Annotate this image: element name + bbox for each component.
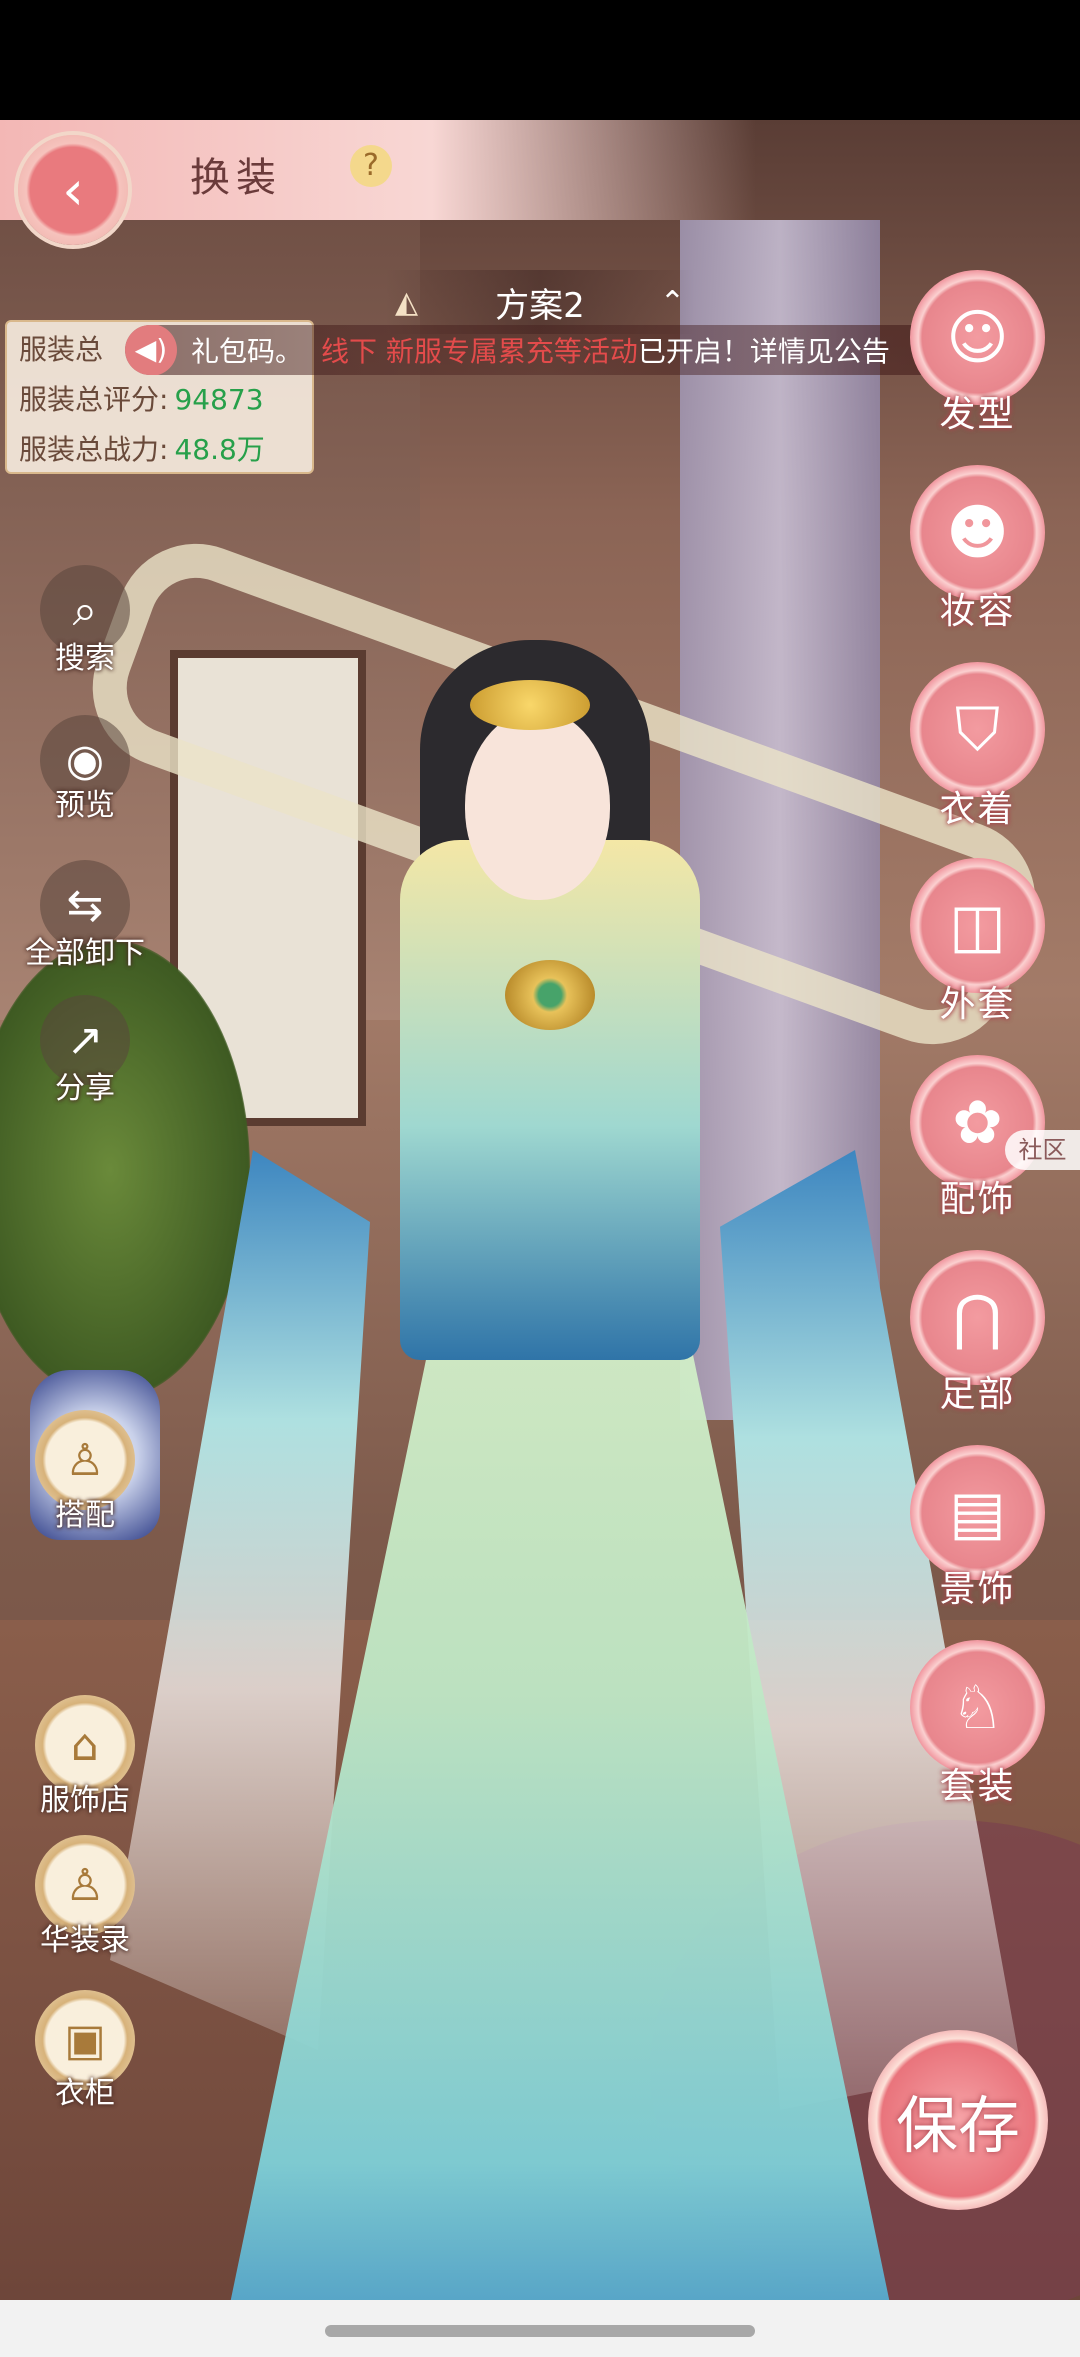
scheme-collapse-icon[interactable]: ⌃ (660, 285, 685, 320)
page-title: 换装 (190, 155, 282, 201)
back-arrow-icon: ‹ (62, 158, 84, 222)
category-suit-button[interactable]: ♘ (910, 1640, 1045, 1775)
wardrobe-icon: ▣ (64, 2014, 106, 2066)
header-bar (0, 120, 1080, 220)
category-shoes-label: 足部 (939, 1374, 1016, 1415)
shoes-icon: ⋂ (952, 1282, 1003, 1353)
back-button[interactable]: ‹ (18, 135, 128, 245)
character-bodice (400, 840, 700, 1360)
outfit-label: 搭配 (55, 1498, 115, 1533)
share-icon: ↗ (66, 1014, 104, 1066)
makeup-icon: ☻ (946, 497, 1009, 568)
community-tab[interactable]: 社区 (1005, 1130, 1080, 1170)
character-model[interactable] (110, 520, 1020, 2300)
scene-icon: ▤ (949, 1477, 1006, 1548)
shop-icon: ⌂ (71, 1719, 99, 1771)
scheme-prev-icon[interactable]: ◭ (395, 285, 418, 320)
preview-label: 预览 (55, 788, 115, 823)
ticker-text-1: 礼包码。 (191, 335, 304, 368)
hair-icon: ☺ (946, 302, 1009, 373)
ticker-text-3: 已开启！详情见公告 (637, 335, 890, 368)
character-hairpin (470, 680, 590, 730)
home-gesture-handle[interactable] (325, 2325, 755, 2337)
stat-row-power: 服装总战力: 48.8万 (19, 433, 265, 466)
category-scene-label: 景饰 (939, 1569, 1016, 1610)
ticker-text-2: 线下 新服专属累充等活动 (321, 335, 638, 368)
accessory-icon: ✿ (952, 1087, 1003, 1158)
eye-icon: ◉ (65, 734, 105, 786)
character-face (465, 710, 610, 900)
category-clothes-label: 衣着 (939, 789, 1016, 830)
category-accessory-label: 配饰 (939, 1179, 1016, 1220)
unequip-all-label: 全部卸下 (25, 936, 145, 971)
stat-row-score: 服装总评分: 94873 (19, 383, 264, 416)
outfit-icon: ♙ (65, 1434, 105, 1486)
collection-label: 华装录 (40, 1923, 130, 1958)
shop-label: 服饰店 (40, 1783, 130, 1818)
search-icon: ⌕ (72, 584, 98, 636)
category-coat-label: 外套 (939, 984, 1016, 1025)
suit-icon: ♘ (950, 1672, 1005, 1743)
category-makeup-label: 妆容 (939, 591, 1016, 632)
search-label: 搜索 (55, 641, 115, 676)
speaker-icon: ◀) (125, 325, 177, 375)
clothes-icon: ⛉ (955, 694, 1000, 765)
category-makeup-button[interactable]: ☻ (910, 465, 1045, 600)
collection-icon: ♙ (65, 1859, 105, 1911)
category-clothes-button[interactable]: ⛉ (910, 662, 1045, 797)
unequip-icon: ⇆ (66, 879, 104, 931)
stat-row: 服装总 (19, 333, 104, 366)
coat-icon: ◫ (949, 890, 1006, 961)
category-suit-label: 套装 (939, 1766, 1016, 1807)
character-brooch (505, 960, 595, 1030)
category-hair-label: 发型 (939, 394, 1016, 435)
share-label: 分享 (55, 1071, 115, 1106)
help-icon[interactable]: ? (350, 145, 392, 187)
category-coat-button[interactable]: ◫ (910, 858, 1045, 993)
wardrobe-label: 衣柜 (55, 2076, 115, 2111)
announcement-ticker[interactable]: ◀) 礼包码。 线下 新服专属累充等活动 已开启！详情见公告 (125, 325, 965, 375)
scheme-name: 方案2 (495, 285, 585, 326)
save-button[interactable]: 保存 (868, 2030, 1048, 2210)
